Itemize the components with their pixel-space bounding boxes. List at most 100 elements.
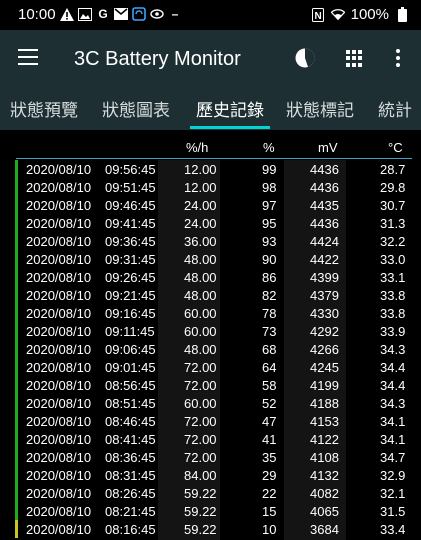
row-time: 09:21:45 — [105, 288, 156, 303]
row-date: 2020/08/10 — [26, 486, 92, 501]
row-temperature: 34.4 — [380, 360, 406, 375]
row-rate: 48.00 — [184, 342, 217, 357]
table-row[interactable]: 2020/08/10 09:16:45 60.00 78 4330 33.8 — [8, 304, 412, 322]
row-date: 2020/08/10 — [26, 468, 92, 483]
row-temperature: 33.8 — [380, 288, 406, 303]
table-row[interactable]: 2020/08/10 09:56:45 12.00 99 4436 28.7 — [8, 160, 412, 178]
row-temperature: 32.2 — [380, 234, 406, 249]
wifi-icon — [330, 8, 345, 22]
row-millivolt: 4266 — [310, 342, 339, 357]
table-row[interactable]: 2020/08/10 08:21:45 59.22 15 4065 31.5 — [8, 502, 412, 520]
table-row[interactable]: 2020/08/10 09:36:45 36.00 93 4424 32.2 — [8, 232, 412, 250]
row-percent: 78 — [262, 306, 277, 321]
row-temperature: 31.3 — [380, 216, 406, 231]
row-rate: 72.00 — [184, 378, 217, 393]
row-temperature: 33.9 — [380, 324, 406, 339]
row-percent: 52 — [262, 396, 277, 411]
history-table[interactable]: %/h % mV °C 2020/08/10 09:56:45 12.00 99 443… — [8, 136, 412, 540]
row-date: 2020/08/10 — [26, 522, 92, 537]
table-row[interactable]: 2020/08/10 09:26:45 48.00 86 4399 33.1 — [8, 268, 412, 286]
row-temperature: 34.7 — [380, 450, 406, 465]
row-millivolt: 4132 — [310, 468, 339, 483]
tab-statistics[interactable]: 統計 — [378, 96, 412, 121]
row-rate: 12.00 — [184, 162, 217, 177]
header-percent: % — [263, 140, 275, 155]
row-rate: 48.00 — [184, 270, 217, 285]
row-millivolt: 4122 — [310, 432, 339, 447]
row-status-bar — [15, 466, 18, 484]
row-time: 09:06:45 — [105, 342, 156, 357]
row-rate: 59.22 — [184, 486, 217, 501]
row-date: 2020/08/10 — [26, 414, 92, 429]
row-time: 09:11:45 — [105, 324, 155, 339]
table-row[interactable]: 2020/08/10 08:36:45 72.00 35 4108 34.7 — [8, 448, 412, 466]
row-millivolt: 4108 — [310, 450, 339, 465]
row-temperature: 34.3 — [380, 396, 406, 411]
battery-percent: 100% — [350, 6, 389, 23]
row-millivolt: 4082 — [310, 486, 339, 501]
table-row[interactable]: 2020/08/10 08:26:45 59.22 22 4082 32.1 — [8, 484, 412, 502]
header-millivolt: mV — [318, 140, 338, 155]
table-row[interactable]: 2020/08/10 08:46:45 72.00 47 4153 34.1 — [8, 412, 412, 430]
status-notification-icons: G – — [60, 7, 182, 21]
tab-status-preview[interactable]: 狀態預覽 — [10, 96, 78, 121]
table-header: %/h % mV °C — [8, 140, 412, 158]
row-millivolt: 4436 — [310, 180, 339, 195]
row-time: 09:51:45 — [105, 180, 156, 195]
row-time: 08:41:45 — [105, 432, 156, 447]
row-millivolt: 4436 — [310, 162, 339, 177]
tab-status-marks[interactable]: 狀態標記 — [286, 96, 354, 121]
table-row[interactable]: 2020/08/10 09:01:45 72.00 64 4245 34.4 — [8, 358, 412, 376]
table-row[interactable]: 2020/08/10 08:31:45 84.00 29 4132 32.9 — [8, 466, 412, 484]
row-status-bar — [15, 448, 18, 466]
row-temperature: 34.1 — [380, 432, 406, 447]
table-row[interactable]: 2020/08/10 09:21:45 48.00 82 4379 33.8 — [8, 286, 412, 304]
row-percent: 73 — [262, 324, 277, 339]
row-status-bar — [15, 160, 18, 178]
more-options-icon[interactable] — [396, 49, 400, 67]
row-status-bar — [15, 340, 18, 358]
grid-icon[interactable] — [346, 50, 363, 67]
row-date: 2020/08/10 — [26, 378, 92, 393]
row-percent: 99 — [262, 162, 277, 177]
row-temperature: 32.1 — [380, 486, 406, 501]
row-rate: 60.00 — [184, 306, 217, 321]
row-status-bar — [15, 376, 18, 394]
row-millivolt: 4436 — [310, 216, 339, 231]
status-right-group: N 100% — [311, 6, 409, 23]
row-rate: 72.00 — [184, 414, 217, 429]
table-row[interactable]: 2020/08/10 08:16:45 59.22 10 3684 33.4 — [8, 520, 412, 538]
row-temperature: 32.9 — [380, 468, 406, 483]
pie-chart-icon[interactable] — [295, 48, 315, 68]
row-status-bar — [15, 358, 18, 376]
row-rate: 36.00 — [184, 234, 217, 249]
gmail-icon — [114, 7, 128, 21]
table-row[interactable]: 2020/08/10 09:06:45 48.00 68 4266 34.3 — [8, 340, 412, 358]
table-row[interactable]: 2020/08/10 08:51:45 60.00 52 4188 34.3 — [8, 394, 412, 412]
row-percent: 64 — [262, 360, 277, 375]
menu-icon[interactable] — [18, 49, 38, 65]
table-row[interactable]: 2020/08/10 09:46:45 24.00 97 4435 30.7 — [8, 196, 412, 214]
status-time: 10:00 — [18, 6, 56, 23]
row-percent: 47 — [262, 414, 277, 429]
row-status-bar — [15, 322, 18, 340]
table-row[interactable]: 2020/08/10 09:11:45 60.00 73 4292 33.9 — [8, 322, 412, 340]
row-rate: 48.00 — [184, 288, 217, 303]
row-status-bar — [15, 502, 18, 520]
tab-history[interactable]: 歷史記錄 — [196, 96, 264, 121]
row-status-bar — [15, 484, 18, 502]
tab-status-chart[interactable]: 狀態圖表 — [102, 96, 170, 121]
row-status-bar — [15, 412, 18, 430]
header-divider — [16, 158, 412, 159]
row-status-bar — [15, 304, 18, 322]
table-row[interactable]: 2020/08/10 08:41:45 72.00 41 4122 34.1 — [8, 430, 412, 448]
row-rate: 60.00 — [184, 396, 217, 411]
row-rate: 84.00 — [184, 468, 217, 483]
row-date: 2020/08/10 — [26, 288, 92, 303]
table-row[interactable]: 2020/08/10 09:41:45 24.00 95 4436 31.3 — [8, 214, 412, 232]
row-status-bar — [15, 286, 18, 304]
table-row[interactable]: 2020/08/10 09:51:45 12.00 98 4436 29.8 — [8, 178, 412, 196]
table-row[interactable]: 2020/08/10 08:56:45 72.00 58 4199 34.4 — [8, 376, 412, 394]
row-date: 2020/08/10 — [26, 504, 92, 519]
table-row[interactable]: 2020/08/10 09:31:45 48.00 90 4422 33.0 — [8, 250, 412, 268]
